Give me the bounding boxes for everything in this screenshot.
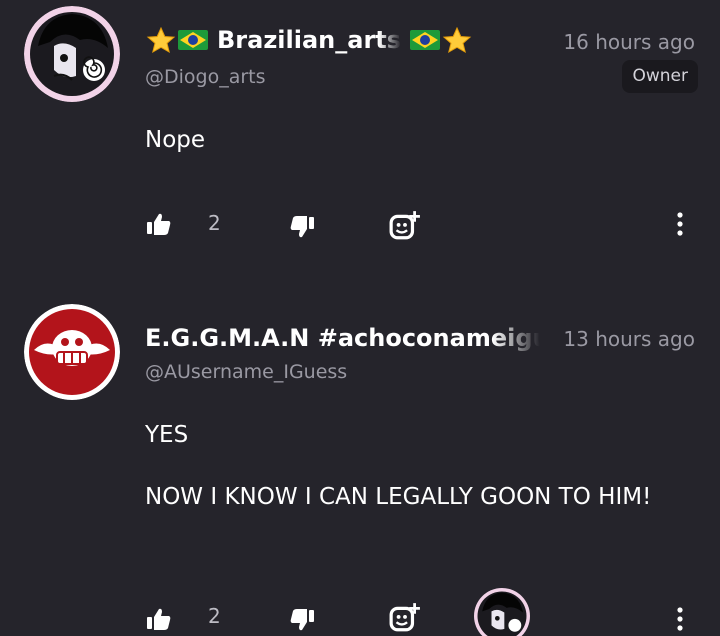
more-options-icon[interactable]	[675, 211, 685, 237]
brazil-flag-icon	[410, 30, 441, 50]
like-count: 2	[208, 211, 221, 235]
avatar[interactable]	[24, 304, 120, 400]
dislike-icon[interactable]	[289, 607, 315, 633]
author-handle[interactable]: @AUsername_IGuess	[145, 361, 347, 383]
comment-line: NOW I KNOW I CAN LEGALLY GOON TO HIM!	[145, 484, 652, 510]
star-icon	[442, 27, 472, 53]
like-icon[interactable]	[146, 606, 172, 632]
author-name-row[interactable]: Brazilian_arts	[145, 26, 473, 54]
owner-badge: Owner	[622, 60, 698, 93]
comment-line: Nope	[145, 127, 206, 153]
comment-text: YES NOW I KNOW I CAN LEGALLY GOON TO HIM…	[145, 416, 685, 516]
add-reaction-icon[interactable]	[389, 602, 421, 634]
like-icon[interactable]	[146, 211, 172, 237]
author-name-row[interactable]: E.G.G.M.A.N #achoconameiguei	[145, 324, 540, 352]
dark-haired-character-avatar-icon	[474, 588, 530, 636]
timestamp: 13 hours ago	[563, 327, 695, 351]
eggman-logo-icon	[24, 304, 120, 400]
comment-line: YES	[145, 422, 189, 448]
reaction-avatar[interactable]	[474, 588, 530, 636]
brazil-flag-icon	[178, 30, 208, 50]
add-reaction-icon[interactable]	[389, 210, 421, 242]
author-handle[interactable]: @Diogo_arts	[145, 66, 266, 88]
dislike-icon[interactable]	[289, 214, 315, 240]
star-icon	[146, 27, 176, 53]
author-name: Brazilian_arts	[217, 26, 402, 54]
dark-haired-character-avatar-icon	[24, 6, 120, 102]
avatar[interactable]	[24, 6, 120, 102]
comment-text: Nope	[145, 121, 685, 159]
like-count: 2	[208, 604, 221, 628]
more-options-icon[interactable]	[675, 606, 685, 632]
timestamp: 16 hours ago	[563, 30, 695, 54]
author-name: E.G.G.M.A.N #achoconameiguei	[145, 324, 540, 352]
